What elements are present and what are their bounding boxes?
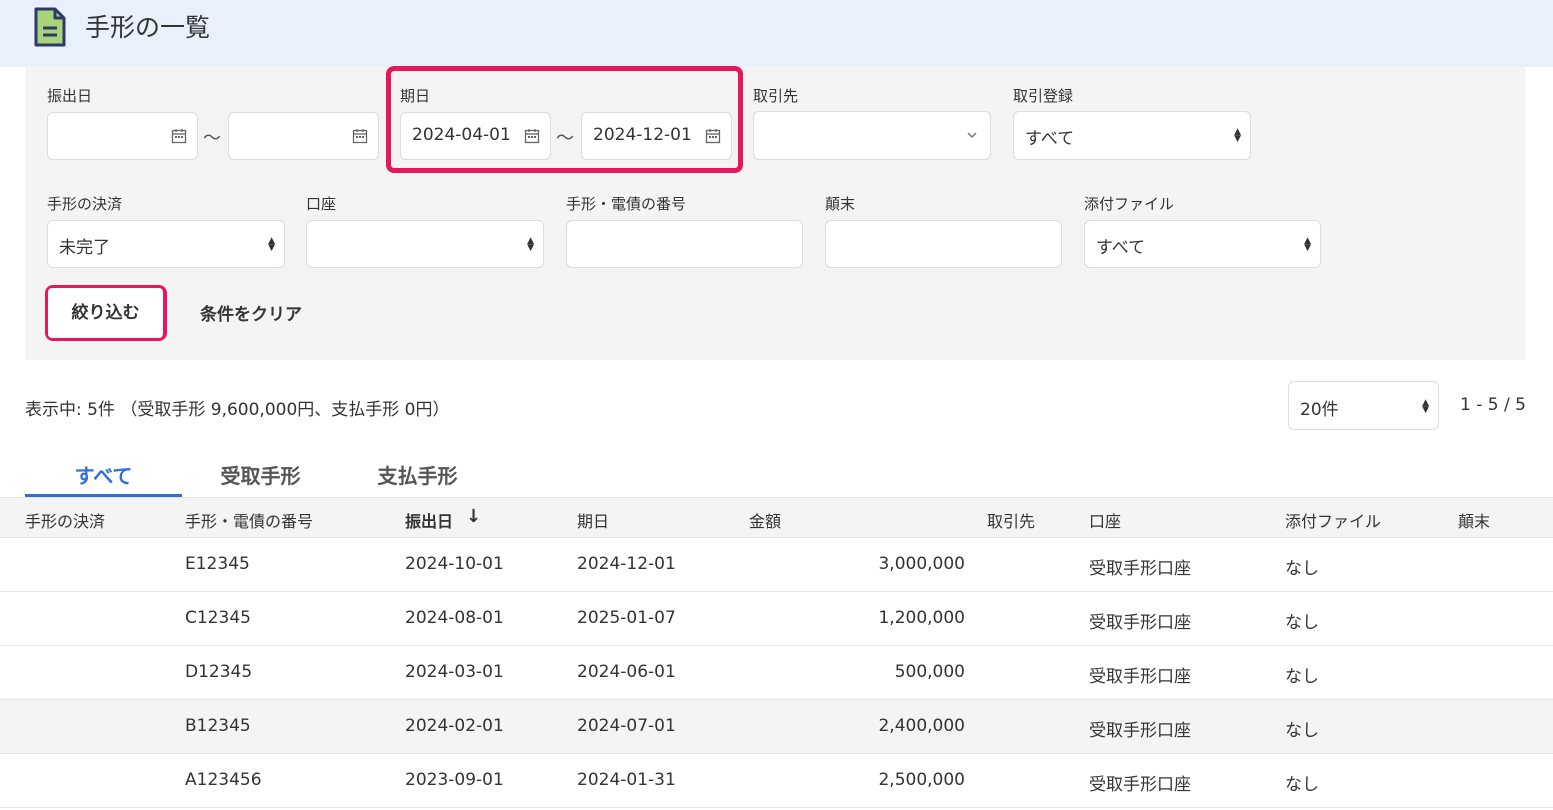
account-label: 口座	[306, 195, 337, 213]
partner-select[interactable]	[753, 111, 991, 160]
issue-date-from-input[interactable]	[47, 112, 198, 160]
table-row[interactable]: C12345 2024-08-01 2025-01-07 1,200,000 受…	[0, 592, 1553, 646]
settlement-value: 未完了	[59, 238, 110, 258]
cell-amount: 2,400,000	[878, 716, 965, 736]
registration-label: 取引登録	[1013, 87, 1074, 105]
cell-issue-date: 2024-10-01	[405, 554, 504, 574]
partner-label: 取引先	[753, 87, 799, 105]
column-partner[interactable]: 取引先	[987, 508, 1035, 532]
clear-filter-button[interactable]: 条件をクリア	[200, 300, 302, 325]
cell-attachment: なし	[1285, 775, 1319, 795]
cell-amount: 1,200,000	[878, 608, 965, 628]
cell-issue-date: 2024-08-01	[405, 608, 504, 628]
range-separator: ～	[556, 128, 574, 149]
registration-value: すべて	[1025, 129, 1075, 149]
result-summary: 表示中: 5件 （受取手形 9,600,000円、支払手形 0円）	[25, 400, 450, 420]
per-page-value: 20件	[1300, 400, 1339, 420]
cell-due-date: 2024-12-01	[577, 554, 676, 574]
table-row[interactable]: E12345 2024-10-01 2024-12-01 3,000,000 受…	[0, 538, 1553, 592]
cell-account: 受取手形口座	[1089, 775, 1191, 795]
column-account[interactable]: 口座	[1089, 508, 1121, 532]
sort-desc-icon[interactable]: ↓	[466, 506, 481, 527]
cell-due-date: 2025-01-07	[577, 608, 676, 628]
settlement-select[interactable]: 未完了 ▲ ▼	[47, 220, 285, 268]
column-amount[interactable]: 金額	[749, 508, 781, 532]
due-date-from-input[interactable]: 2024-04-01	[400, 112, 551, 160]
select-arrows-icon: ▲ ▼	[1304, 236, 1311, 253]
table-row[interactable]: B12345 2024-02-01 2024-07-01 2,400,000 受…	[0, 700, 1553, 754]
cell-number: B12345	[185, 716, 251, 736]
account-select[interactable]: ▲ ▼	[306, 220, 544, 268]
calendar-icon[interactable]	[524, 128, 540, 144]
select-arrows-icon: ▲ ▼	[527, 236, 534, 253]
issue-date-to-input[interactable]	[228, 112, 379, 160]
cell-due-date: 2024-01-31	[577, 770, 676, 790]
endorsement-input[interactable]	[825, 220, 1062, 268]
select-arrows-icon: ▲ ▼	[1422, 398, 1429, 415]
number-input[interactable]	[566, 220, 803, 268]
column-settlement[interactable]: 手形の決済	[25, 508, 105, 532]
settlement-label: 手形の決済	[47, 195, 123, 213]
chevron-down-icon	[967, 132, 977, 139]
cell-attachment: なし	[1285, 721, 1319, 741]
calendar-icon[interactable]	[171, 128, 187, 144]
column-number[interactable]: 手形・電債の番号	[185, 508, 313, 532]
cell-due-date: 2024-07-01	[577, 716, 676, 736]
due-date-to-value: 2024-12-01	[593, 125, 692, 145]
cell-account: 受取手形口座	[1089, 721, 1191, 741]
pagination-info: 1 - 5 / 5	[1460, 395, 1526, 415]
cell-issue-date: 2024-03-01	[405, 662, 504, 682]
select-arrows-icon: ▲ ▼	[268, 236, 275, 253]
cell-amount: 2,500,000	[878, 770, 965, 790]
table-header: 手形の決済 手形・電債の番号 振出日 ↓ 期日 金額 取引先 口座 添付ファイル…	[0, 497, 1553, 538]
registration-select[interactable]: すべて ▲ ▼	[1013, 111, 1251, 160]
column-endorsement[interactable]: 顛末	[1458, 508, 1490, 532]
number-label: 手形・電債の番号	[566, 195, 687, 213]
per-page-select[interactable]: 20件 ▲ ▼	[1288, 381, 1439, 430]
cell-attachment: なし	[1285, 559, 1319, 579]
attachment-label: 添付ファイル	[1084, 195, 1175, 213]
table-row[interactable]: A123456 2023-09-01 2024-01-31 2,500,000 …	[0, 754, 1553, 808]
cell-amount: 3,000,000	[878, 554, 965, 574]
cell-account: 受取手形口座	[1089, 559, 1191, 579]
column-due-date[interactable]: 期日	[577, 508, 609, 532]
tab-payable[interactable]: 支払手形	[339, 460, 496, 489]
cell-amount: 500,000	[894, 662, 965, 682]
attachment-value: すべて	[1096, 238, 1146, 258]
due-date-from-value: 2024-04-01	[412, 125, 511, 145]
apply-filter-button[interactable]: 絞り込む	[48, 288, 163, 338]
cell-number: E12345	[185, 554, 250, 574]
tab-all[interactable]: すべて	[25, 460, 182, 489]
column-issue-date[interactable]: 振出日	[405, 508, 453, 532]
cell-number: A123456	[185, 770, 262, 790]
document-icon	[34, 7, 66, 47]
cell-attachment: なし	[1285, 667, 1319, 687]
cell-number: D12345	[185, 662, 253, 682]
calendar-icon[interactable]	[705, 128, 721, 144]
cell-account: 受取手形口座	[1089, 613, 1191, 633]
endorsement-label: 顛末	[825, 195, 856, 213]
table-row[interactable]: D12345 2024-03-01 2024-06-01 500,000 受取手…	[0, 646, 1553, 700]
cell-account: 受取手形口座	[1089, 667, 1191, 687]
issue-date-label: 振出日	[47, 87, 93, 105]
due-date-to-input[interactable]: 2024-12-01	[581, 112, 732, 160]
attachment-select[interactable]: すべて ▲ ▼	[1084, 220, 1321, 268]
page-title: 手形の一覧	[85, 13, 211, 42]
tab-receivable[interactable]: 受取手形	[182, 460, 339, 489]
range-separator: ～	[203, 128, 221, 149]
cell-due-date: 2024-06-01	[577, 662, 676, 682]
column-attachment[interactable]: 添付ファイル	[1285, 508, 1381, 532]
calendar-icon[interactable]	[352, 128, 368, 144]
page-header: 手形の一覧	[0, 0, 1553, 67]
cell-issue-date: 2023-09-01	[405, 770, 504, 790]
cell-issue-date: 2024-02-01	[405, 716, 504, 736]
cell-attachment: なし	[1285, 613, 1319, 633]
select-arrows-icon: ▲ ▼	[1234, 127, 1241, 144]
cell-number: C12345	[185, 608, 251, 628]
